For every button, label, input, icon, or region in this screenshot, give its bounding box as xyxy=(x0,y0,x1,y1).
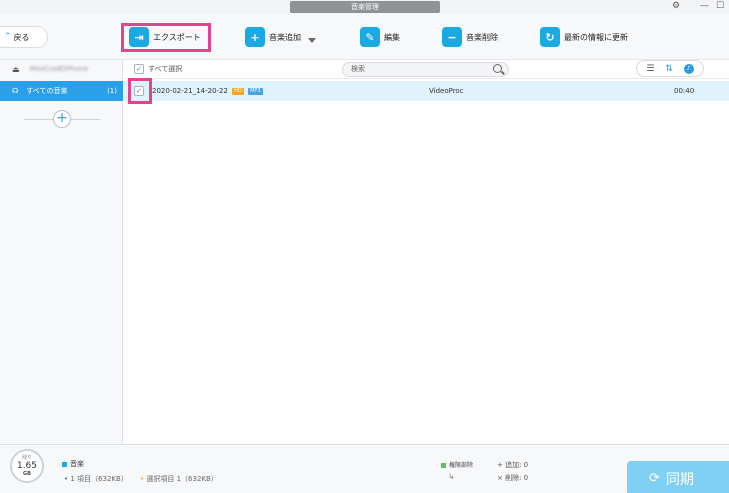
items-count: • 1 項目（632KB） xyxy=(64,475,128,483)
selected-dot-icon: • xyxy=(140,475,145,483)
add-music-label: 音楽追加 xyxy=(269,32,301,42)
edit-button[interactable]: ✎ 編集 xyxy=(360,27,400,47)
sync-icon: ⟳ xyxy=(649,471,660,486)
music-legend-label: 音楽 xyxy=(70,460,84,468)
sidebar: ⏏ MooCoo的iPhone ☊ すべての音楽 (1) + xyxy=(0,60,123,444)
refresh-icon: ↻ xyxy=(540,27,560,47)
headphones-icon: ☊ xyxy=(12,87,19,95)
music-legend: 音楽 xyxy=(62,459,84,469)
list-view-icon[interactable]: ☰ xyxy=(646,64,654,74)
delete-music-icon: − xyxy=(442,27,462,47)
select-all-checkbox[interactable]: ✓ xyxy=(134,64,144,74)
add-playlist-area: + xyxy=(0,108,123,132)
row-artist: VideoProc xyxy=(429,87,464,95)
window-title: 音楽管理 xyxy=(290,1,440,13)
refresh-button[interactable]: ↻ 最新の情報に更新 xyxy=(540,27,628,47)
sidebar-item-count: (1) xyxy=(107,87,117,95)
format-badge: MP3 xyxy=(248,87,263,95)
sync-legend-swatch xyxy=(441,463,446,468)
back-button[interactable]: ⌃ 戻る xyxy=(0,26,48,48)
storage-unit: GB xyxy=(23,471,31,477)
selected-count: • 選択項目 1（632KB） xyxy=(140,474,218,484)
view-toggle-group: ☰ ⇅ ♪ xyxy=(636,60,704,77)
settings-icon[interactable]: ⚙ xyxy=(672,1,680,12)
add-music-button[interactable]: + 音楽追加 xyxy=(245,27,301,47)
edit-icon: ✎ xyxy=(360,27,380,47)
music-legend-swatch xyxy=(62,461,67,467)
back-button-label: 戻る xyxy=(13,32,30,42)
eject-icon[interactable]: ⏏ xyxy=(12,65,20,74)
sort-icon[interactable]: ⇅ xyxy=(665,64,673,74)
add-playlist-button[interactable]: + xyxy=(53,110,71,128)
add-music-icon: + xyxy=(245,27,265,47)
search-placeholder: 検索 xyxy=(351,65,365,73)
sidebar-item-all-music[interactable]: ☊ すべての音楽 (1) xyxy=(0,81,123,101)
refresh-label: 最新の情報に更新 xyxy=(564,32,628,42)
added-count-text: 追加: 0 xyxy=(505,461,529,469)
checkbox-highlight-box xyxy=(128,78,152,104)
items-count-text: 1 項目（632KB） xyxy=(70,475,128,483)
row-name: 2020-02-21_14-20-22 HD MP3 xyxy=(152,87,263,95)
status-footer: 残り 1.65 GB 音楽 • 1 項目（632KB） • 選択項目 1（632… xyxy=(0,444,729,493)
select-all-label: すべて選択 xyxy=(148,65,183,73)
storage-label: 残り xyxy=(21,455,32,461)
removed-count-text: 削除: 0 xyxy=(505,474,529,482)
toolbar: ⌃ 戻る ⇥ エクスポート + 音楽追加 ✎ 編集 − 音楽削除 ↻ 最新の情報… xyxy=(0,14,729,60)
sync-legend-label: 権限部除 xyxy=(449,462,474,469)
delete-music-button[interactable]: − 音楽削除 xyxy=(442,27,498,47)
delete-music-label: 音楽削除 xyxy=(466,32,498,42)
row-duration: 00:40 xyxy=(674,87,695,95)
add-music-dropdown-icon[interactable] xyxy=(308,38,316,43)
search-icon[interactable] xyxy=(493,64,502,73)
selected-count-text: 選択項目 1（632KB） xyxy=(146,475,218,483)
device-name: MooCoo的iPhone xyxy=(29,65,89,73)
device-row[interactable]: ⏏ MooCoo的iPhone xyxy=(0,60,123,78)
storage-gauge: 残り 1.65 GB xyxy=(10,449,44,483)
sync-label: 同期 xyxy=(665,471,694,488)
music-disc-icon[interactable]: ♪ xyxy=(683,63,694,74)
title-bar: 音楽管理 ⚙ — ☐ xyxy=(0,0,729,14)
export-highlight-box xyxy=(121,23,211,52)
sync-button[interactable]: ⟳ 同期 xyxy=(627,461,729,493)
sidebar-item-label: すべての音楽 xyxy=(26,87,68,95)
minimize-button[interactable]: — xyxy=(700,1,709,12)
edit-label: 編集 xyxy=(384,32,400,42)
removed-count: × 削除: 0 xyxy=(497,474,529,482)
added-count: + 追加: 0 xyxy=(497,461,529,469)
chevron-up-icon: ⌃ xyxy=(4,32,12,42)
row-title: 2020-02-21_14-20-22 xyxy=(152,87,228,95)
table-row[interactable]: ✓ 2020-02-21_14-20-22 HD MP3 VideoProc 0… xyxy=(124,81,729,101)
storage-value: 1.65 xyxy=(16,461,38,471)
select-all[interactable]: ✓ すべて選択 xyxy=(134,64,182,74)
music-list-panel: ✓ すべて選択 検索 ☰ ⇅ ♪ ✓ 2020-02-21_14-20-22 H… xyxy=(124,60,729,444)
search-input[interactable]: 検索 xyxy=(342,62,509,77)
maximize-button[interactable]: ☐ xyxy=(716,1,724,12)
hd-badge: HD xyxy=(232,87,244,95)
corner-arrow-icon: ↳ xyxy=(448,472,455,481)
list-header: ✓ すべて選択 検索 ☰ ⇅ ♪ xyxy=(124,60,729,79)
sync-legend: 権限部除 xyxy=(441,460,473,469)
